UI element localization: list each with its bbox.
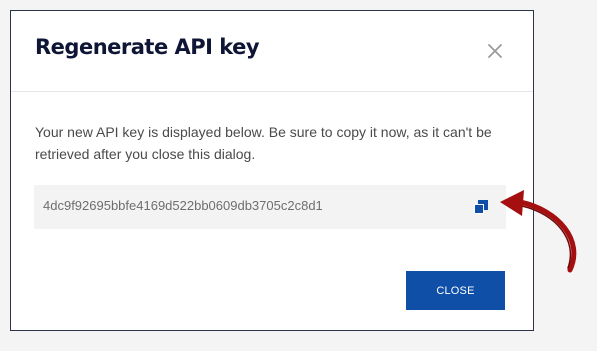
api-key-box: 4dc9f92695bbfe4169d522bb0609db3705c2c8d1 [34,185,506,229]
close-button[interactable]: CLOSE [406,271,505,310]
dialog-message: Your new API key is displayed below. Be … [35,124,492,162]
curved-arrow-icon [500,190,577,273]
header-divider [11,91,533,92]
close-icon[interactable] [486,42,504,60]
dialog-title: Regenerate API key [35,35,260,59]
copy-icon[interactable] [472,198,490,216]
api-key-value[interactable]: 4dc9f92695bbfe4169d522bb0609db3705c2c8d1 [43,198,323,213]
regenerate-api-key-dialog: Regenerate API key Your new API key is d… [10,10,534,331]
